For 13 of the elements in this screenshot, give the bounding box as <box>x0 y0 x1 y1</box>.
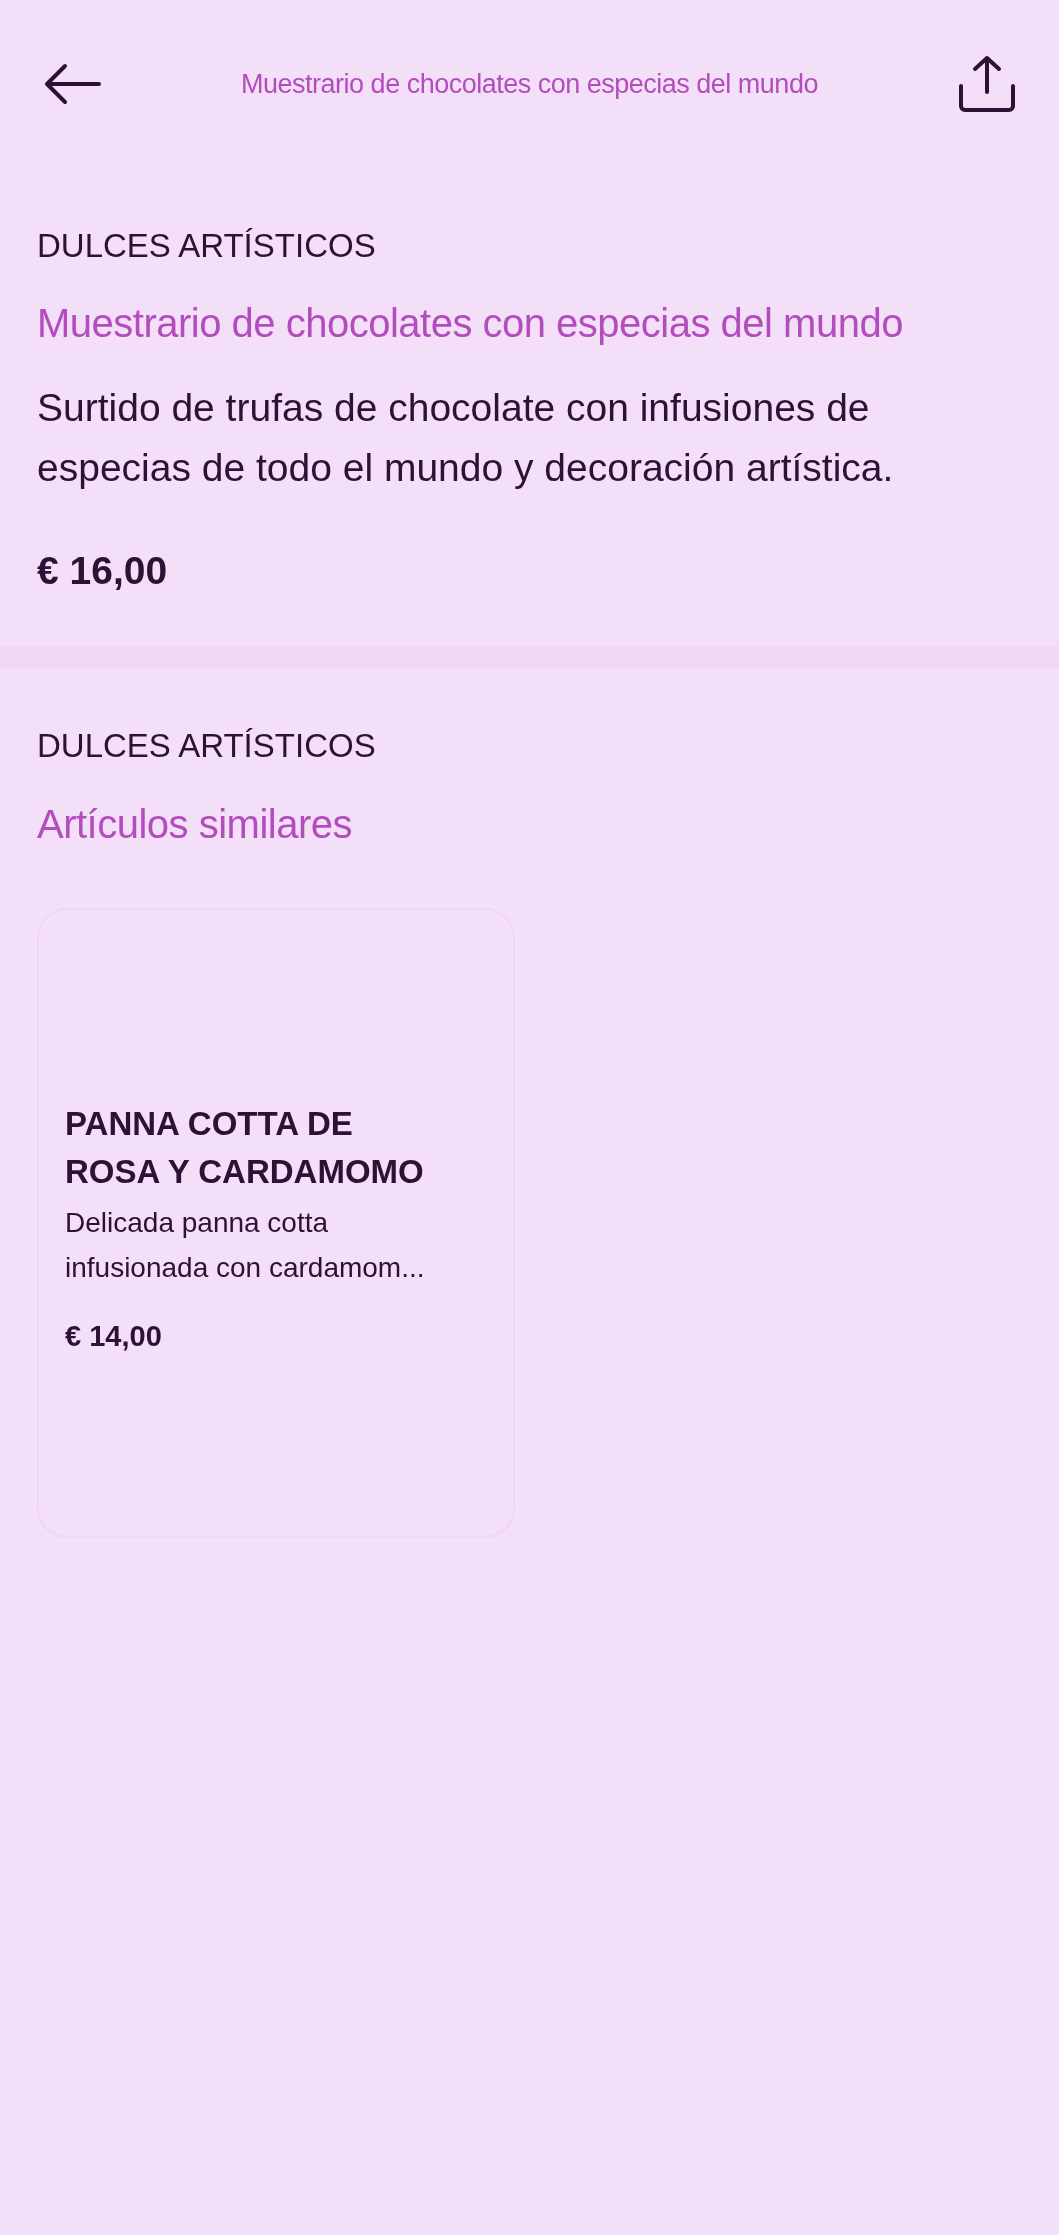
category-label: DULCES ARTÍSTICOS <box>37 726 377 766</box>
card-price: € 14,00 <box>65 1319 163 1354</box>
card-description: Delicada panna cotta infusionada con cardamom... <box>65 1206 426 1285</box>
section-heading: Artículos similares <box>37 801 353 848</box>
back-arrow-icon <box>43 62 101 106</box>
category-label: DULCES ARTÍSTICOS <box>37 226 377 266</box>
share-icon <box>957 54 1017 114</box>
product-description: Surtido de trufas de chocolate con infusiones de especias de todo el mundo y decoración artística. <box>37 385 895 491</box>
card-title: PANNA COTTA DE ROSA Y CARDAMOMO <box>65 1104 425 1192</box>
product-card[interactable]: PANNA COTTA DE ROSA Y CARDAMOMO Delicada panna cotta infusionada con cardamom... € 14,00 <box>37 908 515 1538</box>
product-price: € 16,00 <box>37 548 169 594</box>
product-title: Muestrario de chocolates con especias del mundo <box>37 300 904 347</box>
header-title: Muestrario de chocolates con especias del mundo <box>241 67 818 101</box>
